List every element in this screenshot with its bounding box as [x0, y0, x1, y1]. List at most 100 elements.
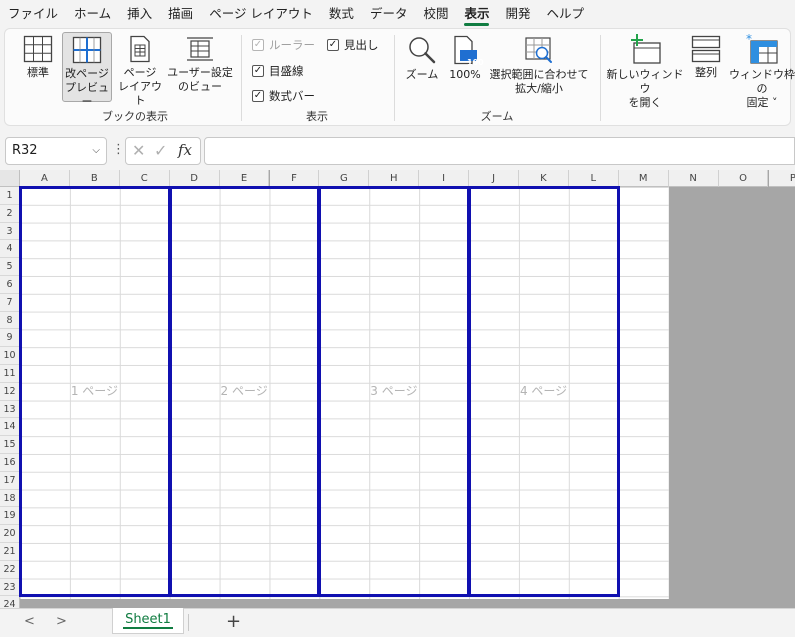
- row-header[interactable]: 22: [0, 560, 20, 579]
- headings-label: 見出し: [344, 38, 379, 52]
- normal-view-icon: [23, 35, 53, 63]
- sheet-tab-label: Sheet1: [123, 612, 173, 629]
- row-header[interactable]: 24: [0, 596, 20, 608]
- column-header[interactable]: N: [668, 170, 719, 187]
- ribbon: 標準 改ページ プレビュー ページ レイアウト ユーザー設定 のビュー ブックの…: [4, 28, 795, 126]
- next-sheet-icon[interactable]: >: [56, 614, 67, 629]
- tab-home[interactable]: ホーム: [66, 0, 119, 28]
- zoom-100-button[interactable]: 100 100%: [445, 35, 485, 99]
- worksheet-grid[interactable]: ABCDEFGHIJKLMNOP 1 2 3 4 5 6 7 8 9 10 11 12 13 14 15 16…: [0, 170, 795, 608]
- page-layout-view-icon: [130, 35, 150, 63]
- zoom-button[interactable]: ズーム: [401, 35, 443, 99]
- chevron-down-icon[interactable]: ⌵: [92, 138, 100, 164]
- tab-insert[interactable]: 挿入: [119, 0, 160, 28]
- formula-bar-check-icon: ✓: [252, 90, 264, 102]
- formula-input[interactable]: [204, 137, 795, 165]
- page-break-preview-button[interactable]: 改ページ プレビュー: [62, 32, 112, 108]
- row-header[interactable]: 2: [0, 204, 20, 223]
- row-header[interactable]: 14: [0, 418, 20, 437]
- row-header[interactable]: 17: [0, 471, 20, 490]
- tab-file[interactable]: ファイル: [0, 0, 66, 28]
- more-options-icon[interactable]: ⋮: [112, 142, 125, 157]
- cancel-icon[interactable]: ✕: [132, 141, 145, 160]
- page-number-watermark: 1 ページ: [70, 383, 119, 398]
- zoom-100-icon-text: 100: [467, 58, 484, 67]
- column-header[interactable]: P: [768, 170, 795, 187]
- arrange-all-button[interactable]: 整列: [688, 35, 724, 99]
- headings-checkbox[interactable]: ✓ 見出し: [327, 37, 379, 53]
- page-layout-view-label-1: ページ: [123, 66, 157, 79]
- gridlines-checkbox[interactable]: ✓ 目盛線: [252, 63, 304, 79]
- row-header[interactable]: 12: [0, 382, 20, 401]
- row-header[interactable]: 6: [0, 276, 20, 294]
- row-header[interactable]: 15: [0, 436, 20, 454]
- formula-bar-checkbox[interactable]: ✓ 数式バー: [252, 88, 315, 104]
- row-header[interactable]: 23: [0, 578, 20, 597]
- custom-views-button[interactable]: ユーザー設定 のビュー: [165, 35, 235, 99]
- normal-view-button[interactable]: 標準: [17, 35, 59, 99]
- row-header[interactable]: 5: [0, 258, 20, 276]
- row-header[interactable]: 10: [0, 347, 20, 365]
- tab-page-layout[interactable]: ページ レイアウト: [201, 0, 321, 28]
- row-header[interactable]: 8: [0, 311, 20, 330]
- row-header[interactable]: 13: [0, 400, 20, 419]
- tab-developer[interactable]: 開発: [497, 0, 538, 28]
- arrange-all-icon: [691, 35, 721, 63]
- page-layout-view-label-2: レイアウト: [118, 80, 162, 107]
- group-label-zoom: ズーム: [480, 110, 514, 123]
- tab-help[interactable]: ヘルプ: [539, 0, 593, 28]
- column-header[interactable]: A: [20, 170, 70, 187]
- custom-views-icon: [187, 37, 213, 61]
- zoom-to-selection-icon: [525, 37, 552, 63]
- freeze-panes-button[interactable]: * ウィンドウ枠の 固定 ˅: [727, 33, 795, 109]
- row-header[interactable]: 3: [0, 222, 20, 241]
- column-header[interactable]: B: [69, 170, 120, 187]
- zoom-to-selection-button[interactable]: 選択範囲に合わせて 拡大/縮小: [488, 35, 590, 99]
- column-header[interactable]: D: [169, 170, 220, 187]
- column-header[interactable]: H: [369, 170, 420, 187]
- ruler-checkbox[interactable]: ✓ ルーラー: [252, 37, 315, 53]
- row-header[interactable]: 21: [0, 543, 20, 561]
- row-header[interactable]: 4: [0, 240, 20, 259]
- column-header[interactable]: E: [219, 170, 270, 187]
- insert-function-icon[interactable]: fx: [178, 141, 192, 159]
- sheet-tab-bar: < > Sheet1 +: [0, 608, 795, 637]
- page-layout-view-button[interactable]: ページ レイアウト: [115, 35, 165, 107]
- column-header[interactable]: O: [718, 170, 769, 187]
- column-header[interactable]: I: [419, 170, 470, 187]
- row-header[interactable]: 7: [0, 293, 20, 312]
- column-header[interactable]: G: [319, 170, 370, 187]
- new-window-button[interactable]: 新しいウィンドウ を開く: [605, 33, 685, 109]
- add-sheet-icon[interactable]: +: [226, 611, 241, 632]
- enter-icon[interactable]: ✓: [154, 141, 167, 160]
- page-number-watermark: 3 ページ: [370, 383, 418, 398]
- tab-view[interactable]: 表示: [456, 0, 497, 28]
- tab-formulas[interactable]: 数式: [321, 0, 362, 28]
- sheet-tab-sheet1[interactable]: Sheet1: [112, 608, 184, 634]
- menu-bar: ファイル ホーム 挿入 描画 ページ レイアウト 数式 データ 校閲 表示 開発…: [0, 0, 795, 28]
- gridlines-label: 目盛線: [269, 64, 304, 78]
- zoom-to-selection-label-2: 拡大/縮小: [515, 82, 563, 95]
- column-header[interactable]: L: [568, 170, 619, 187]
- row-header[interactable]: 19: [0, 507, 20, 526]
- tab-data[interactable]: データ: [362, 0, 416, 28]
- row-header[interactable]: 9: [0, 329, 20, 348]
- group-label-show: 表示: [306, 110, 328, 123]
- column-header[interactable]: K: [519, 170, 569, 187]
- tab-draw[interactable]: 描画: [160, 0, 201, 28]
- column-header[interactable]: M: [618, 170, 669, 187]
- name-box[interactable]: R32 ⌵: [5, 137, 107, 165]
- row-header[interactable]: 18: [0, 489, 20, 508]
- row-header[interactable]: 11: [0, 365, 20, 383]
- row-header[interactable]: 16: [0, 454, 20, 472]
- previous-sheet-icon[interactable]: <: [24, 614, 35, 629]
- column-header[interactable]: F: [269, 170, 320, 187]
- tab-review[interactable]: 校閲: [415, 0, 456, 28]
- column-header[interactable]: J: [469, 170, 519, 187]
- group-separator: [394, 35, 395, 121]
- select-all-corner[interactable]: [0, 170, 20, 187]
- freeze-panes-label-1: ウィンドウ枠の: [729, 68, 795, 95]
- column-header[interactable]: C: [119, 170, 170, 187]
- row-header[interactable]: 20: [0, 525, 20, 543]
- row-header[interactable]: 1: [0, 187, 20, 205]
